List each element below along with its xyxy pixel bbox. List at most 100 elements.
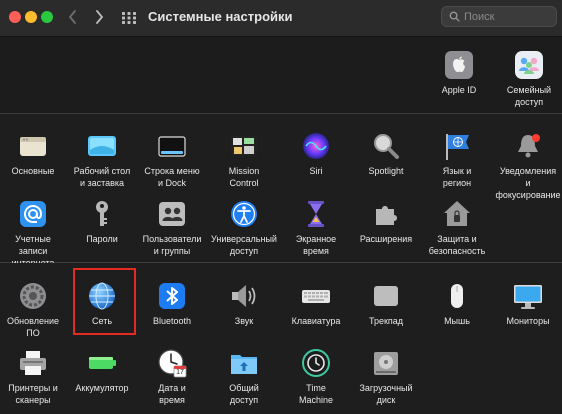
printer-icon xyxy=(17,347,49,379)
pref-time-machine[interactable]: Time Machine xyxy=(280,347,352,406)
pref-family-sharing[interactable]: Семейный доступ xyxy=(493,49,562,108)
pref-date-time[interactable]: 17 Дата и время xyxy=(136,347,208,406)
forward-button[interactable] xyxy=(88,5,110,29)
apple-logo-icon xyxy=(443,49,475,81)
selection-highlight xyxy=(73,268,136,335)
pref-language[interactable]: Язык и регион xyxy=(421,130,493,189)
battery-icon xyxy=(86,347,118,379)
mouse-icon xyxy=(441,280,473,312)
grid-icon xyxy=(122,12,136,24)
pref-label: Уведомления и фокусирование xyxy=(495,166,561,200)
pref-label: Мониторы xyxy=(506,316,550,326)
pref-label: Строка меню и Dock xyxy=(144,166,200,188)
account-section: Apple ID Семейный доступ xyxy=(0,37,562,114)
pref-startup-disk[interactable]: Загрузочный диск xyxy=(350,347,422,406)
pref-label: Spotlight xyxy=(368,166,404,176)
pref-users[interactable]: Пользователи и группы xyxy=(136,198,208,257)
pref-label: Рабочий стол и заставка xyxy=(73,166,131,188)
pref-label: Аккумулятор xyxy=(75,383,129,393)
search-input[interactable] xyxy=(464,8,552,25)
speaker-icon xyxy=(228,280,260,312)
pref-printers[interactable]: Принтеры и сканеры xyxy=(0,347,69,406)
pref-keyboard[interactable]: Клавиатура xyxy=(280,280,352,327)
show-all-button[interactable] xyxy=(120,9,138,27)
pref-spotlight[interactable]: Spotlight xyxy=(350,130,422,177)
pref-trackpad[interactable]: Трекпад xyxy=(350,280,422,327)
calendar-day: 17 xyxy=(176,369,184,376)
pref-label: Язык и регион xyxy=(442,166,472,188)
pref-label: Mission Control xyxy=(228,166,260,188)
puzzle-icon xyxy=(370,198,402,230)
window-title: Системные настройки xyxy=(148,9,293,24)
pref-label: Семейный доступ xyxy=(506,85,552,107)
pref-label: Bluetooth xyxy=(152,316,192,326)
trackpad-icon xyxy=(370,280,402,312)
pref-passwords[interactable]: Пароли xyxy=(66,198,138,245)
pref-label: Экранное время xyxy=(295,234,337,256)
pref-internet-accounts[interactable]: Учетные записи интернета xyxy=(0,198,69,269)
chevron-right-icon xyxy=(96,10,104,24)
bluetooth-icon xyxy=(156,280,188,312)
pref-label: Трекпад xyxy=(368,316,404,326)
keyboard-icon xyxy=(300,280,332,312)
pref-notifications[interactable]: Уведомления и фокусирование xyxy=(492,130,562,201)
pref-label: Apple ID xyxy=(441,85,477,95)
clock-icon: 17 xyxy=(156,347,188,379)
key-icon xyxy=(86,198,118,230)
pref-battery[interactable]: Аккумулятор xyxy=(66,347,138,394)
pref-label: Принтеры и сканеры xyxy=(8,383,58,405)
pref-screen-time[interactable]: Экранное время xyxy=(280,198,352,257)
personal-section: Основные Рабочий стол и заставка Строка … xyxy=(0,114,562,268)
pref-mission-control[interactable]: Mission Control xyxy=(208,130,280,189)
minimize-window-button[interactable] xyxy=(25,11,37,23)
pref-mouse[interactable]: Мышь xyxy=(421,280,493,327)
house-icon xyxy=(441,198,473,230)
pref-apple-id[interactable]: Apple ID xyxy=(423,49,495,96)
pref-label: Siri xyxy=(309,166,323,176)
pref-displays[interactable]: Мониторы xyxy=(492,280,562,327)
pref-dock[interactable]: Строка меню и Dock xyxy=(136,130,208,189)
general-icon xyxy=(17,130,49,162)
mission-control-icon xyxy=(228,130,260,162)
pref-sound[interactable]: Звук xyxy=(208,280,280,327)
pref-label: Time Machine xyxy=(298,383,334,405)
sharing-folder-icon xyxy=(228,347,260,379)
pref-label: Общий доступ xyxy=(229,383,259,405)
pref-security[interactable]: Защита и безопасность xyxy=(421,198,493,257)
bell-icon xyxy=(512,130,544,162)
pref-label: Универсальный доступ xyxy=(211,234,277,256)
pref-general[interactable]: Основные xyxy=(0,130,69,177)
search-field[interactable] xyxy=(441,6,557,27)
pref-label: Звук xyxy=(234,316,254,326)
search-icon xyxy=(449,11,460,22)
pref-desktop[interactable]: Рабочий стол и заставка xyxy=(66,130,138,189)
chevron-left-icon xyxy=(68,10,76,24)
time-machine-icon xyxy=(300,347,332,379)
pref-label: Обновление ПО xyxy=(7,316,59,338)
display-icon xyxy=(512,280,544,312)
flag-icon xyxy=(441,130,473,162)
pref-label: Основные xyxy=(11,166,55,176)
title-bar: Системные настройки xyxy=(0,0,562,37)
hourglass-icon xyxy=(300,198,332,230)
pref-label: Расширения xyxy=(359,234,413,244)
pref-label: Пользователи и группы xyxy=(142,234,202,256)
pref-extensions[interactable]: Расширения xyxy=(350,198,422,245)
pref-bluetooth[interactable]: Bluetooth xyxy=(136,280,208,327)
users-icon xyxy=(156,198,188,230)
pref-label: Защита и безопасность xyxy=(428,234,486,256)
pref-label: Мышь xyxy=(444,316,470,326)
disk-icon xyxy=(370,347,402,379)
desktop-icon xyxy=(86,130,118,162)
accessibility-icon xyxy=(228,198,260,230)
pref-label: Дата и время xyxy=(158,383,186,405)
dock-icon xyxy=(156,130,188,162)
pref-accessibility[interactable]: Универсальный доступ xyxy=(208,198,280,257)
back-button[interactable] xyxy=(62,5,84,29)
pref-sharing[interactable]: Общий доступ xyxy=(208,347,280,406)
pref-software-update[interactable]: Обновление ПО xyxy=(0,280,69,339)
zoom-window-button[interactable] xyxy=(41,11,53,23)
pref-siri[interactable]: Siri xyxy=(280,130,352,177)
close-window-button[interactable] xyxy=(9,11,21,23)
gear-icon xyxy=(17,280,49,312)
